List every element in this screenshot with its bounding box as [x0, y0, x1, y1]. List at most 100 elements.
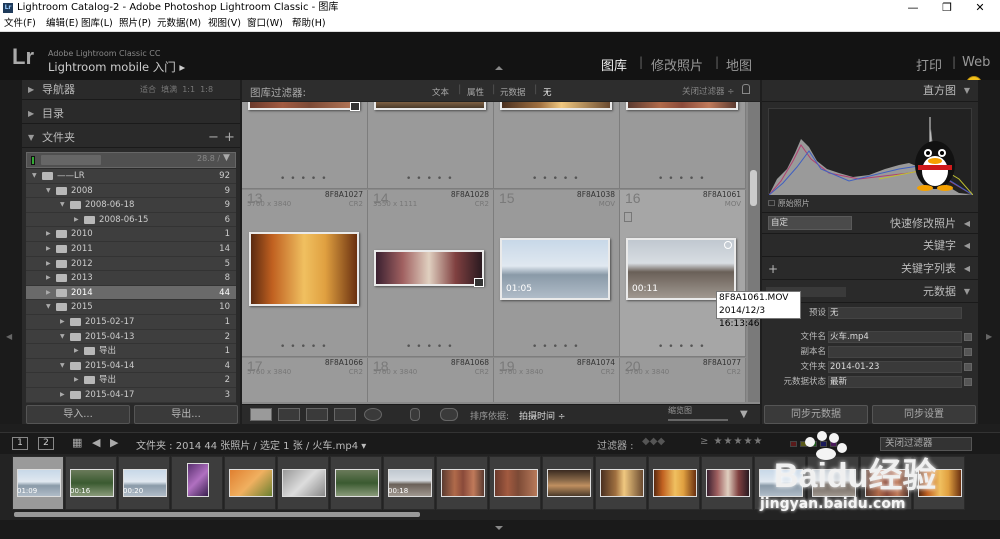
maximize-button[interactable]: ❐ — [932, 0, 962, 16]
rating-filter[interactable]: ≥ ★★★★★ — [700, 436, 763, 447]
grid-cell[interactable]: ••••• — [620, 102, 746, 189]
folder-row[interactable]: ▶ 2011 14 — [26, 242, 236, 257]
collapse-arrow-icon[interactable]: ▼ — [60, 330, 65, 344]
collapse-top-panel-icon[interactable] — [495, 66, 503, 70]
right-edge-collapse[interactable]: ▶ — [978, 80, 1000, 424]
expand-arrow-icon[interactable]: ▶ — [46, 257, 51, 271]
collapse-arrow-icon[interactable]: ▼ — [60, 359, 65, 373]
folder-row[interactable]: ▶ 导出 1 — [26, 344, 236, 359]
quick-collection-icon[interactable] — [724, 241, 732, 249]
folder-row[interactable]: ▶ 2014 44 — [26, 285, 236, 301]
metadata-preset-dropdown[interactable] — [828, 307, 962, 319]
metadata-value[interactable]: 最新 — [830, 375, 847, 389]
folder-row[interactable]: ▼ 2015-04-13 2 — [26, 329, 236, 345]
expand-arrow-icon[interactable]: ▶ — [74, 344, 79, 358]
folder-row[interactable]: ▶ 2015-04-17 3 — [26, 388, 236, 403]
mobile-get-started-link[interactable]: Lightroom mobile 入门 ▸ — [48, 59, 185, 75]
zoom-1-1[interactable]: 1:1 — [182, 85, 195, 94]
zoom-fit[interactable]: 适合 — [140, 85, 156, 94]
filmstrip-thumbnail[interactable] — [335, 469, 379, 497]
folder-row[interactable]: ▶ 2015-02-17 1 — [26, 315, 236, 330]
module-print[interactable]: 打印 — [916, 55, 942, 74]
metadata-action-icon[interactable] — [964, 333, 972, 341]
filmstrip-cell[interactable] — [436, 456, 488, 510]
filmstrip-thumbnail[interactable] — [441, 469, 485, 497]
painter-icon[interactable] — [410, 408, 420, 421]
flag-filter-icon[interactable]: ◆◆◆ — [642, 436, 665, 447]
folders-header[interactable]: ▼ 文件夹 − + — [22, 128, 240, 148]
folder-row[interactable]: ▼ 2008-06-18 9 — [26, 198, 236, 213]
rating-dots[interactable]: ••••• — [658, 342, 710, 352]
folder-row[interactable]: ▼ ——LR 92 — [26, 169, 236, 184]
collapse-arrow-icon[interactable]: ▼ — [46, 184, 51, 198]
filmstrip-cell[interactable] — [489, 456, 541, 510]
original-photo-toggle[interactable]: ☐ 原始照片 — [768, 198, 810, 209]
folder-row[interactable]: ▼ 2015 10 — [26, 300, 236, 315]
menu-file[interactable]: 文件(F) — [4, 16, 36, 32]
remove-folder-button[interactable]: − — [208, 128, 219, 148]
collapse-right-panel-icon[interactable]: ▶ — [986, 332, 992, 341]
grid-scrollbar[interactable] — [748, 102, 760, 402]
metadata-value[interactable]: 2014-01-23 — [830, 360, 879, 374]
folder-row[interactable]: ▼ 2015-04-14 4 — [26, 358, 236, 374]
primary-window-button[interactable]: 1 — [12, 437, 28, 450]
grid-cell[interactable]: 198F8A10745760 x 3840CR2••••• — [494, 358, 620, 402]
filmstrip-cell[interactable] — [330, 456, 382, 510]
saved-preset-dropdown[interactable]: 自定 — [768, 216, 852, 230]
expand-arrow-icon[interactable]: ▶ — [74, 213, 79, 227]
close-button[interactable]: ✕ — [965, 0, 995, 16]
module-develop[interactable]: 修改照片 — [651, 55, 703, 74]
grid-view-button[interactable] — [250, 408, 272, 421]
expand-arrow-icon[interactable]: ▶ — [60, 388, 65, 402]
photo-thumbnail[interactable] — [249, 232, 359, 306]
filter-attribute[interactable]: 属性 — [467, 86, 484, 98]
expand-arrow-icon[interactable]: ▶ — [46, 242, 51, 256]
metadata-field-box[interactable] — [828, 376, 962, 388]
menu-help[interactable]: 帮助(H) — [292, 16, 326, 32]
source-path-breadcrumb[interactable]: 文件夹 : 2014 44 张照片 / 选定 1 张 / 火车.mp4 ▾ — [136, 437, 366, 452]
edited-badge-icon[interactable] — [474, 278, 484, 287]
filmstrip-cell[interactable] — [542, 456, 594, 510]
photo-thumbnail[interactable] — [374, 250, 484, 286]
menu-edit[interactable]: 编辑(E) — [46, 16, 78, 32]
grid-cell[interactable]: ••••• — [494, 102, 620, 189]
filmstrip-thumbnail[interactable] — [494, 469, 538, 497]
collapse-bottom-panel-icon[interactable] — [495, 526, 503, 530]
catalog-header[interactable]: ▶ 目录 — [22, 104, 240, 124]
collapse-arrow-icon[interactable]: ▼ — [32, 169, 37, 183]
expand-arrow-icon[interactable]: ▶ — [60, 315, 65, 329]
menu-library[interactable]: 图库(L) — [81, 16, 113, 32]
back-arrow-icon[interactable]: ◀ — [92, 436, 100, 449]
rating-dots[interactable]: ••••• — [280, 174, 332, 184]
add-folder-button[interactable]: + — [224, 128, 235, 148]
export-button[interactable]: 导出... — [134, 405, 238, 424]
expand-arrow-icon[interactable]: ▶ — [74, 373, 79, 387]
filmstrip-cell[interactable] — [171, 456, 223, 510]
expand-arrow-icon[interactable]: ▶ — [46, 227, 51, 241]
grid-cell[interactable]: 178F8A10665760 x 3840CR2••••• — [242, 358, 368, 402]
folder-row[interactable]: ▼ 2008 9 — [26, 183, 236, 199]
filmstrip-cell[interactable]: 01:09 — [12, 456, 64, 510]
compare-view-button[interactable] — [306, 408, 328, 421]
edited-badge-icon[interactable] — [350, 102, 360, 111]
filmstrip-cell[interactable] — [224, 456, 276, 510]
grid-cell[interactable]: 188F8A10685760 x 3840CR2••••• — [368, 358, 494, 402]
grid-cell[interactable]: 208F8A10775760 x 3840CR2••••• — [620, 358, 746, 402]
filmstrip-cell[interactable]: 00:18 — [383, 456, 435, 510]
expand-arrow-icon[interactable]: ▶ — [46, 271, 51, 285]
folder-row[interactable]: ▶ 2008-06-15 6 — [26, 212, 236, 228]
photo-thumbnail[interactable] — [500, 102, 612, 110]
filmstrip-thumbnail[interactable] — [229, 469, 273, 497]
keywording-header[interactable]: 关键字 ◀ — [762, 235, 978, 257]
photo-thumbnail[interactable] — [248, 102, 360, 110]
filter-none[interactable]: 无 — [543, 86, 552, 98]
rating-dots[interactable]: ••••• — [658, 174, 710, 184]
checkbox-icon[interactable]: ☐ — [768, 199, 775, 208]
menu-metadata[interactable]: 元数据(M) — [157, 16, 201, 32]
menu-view[interactable]: 视图(V) — [208, 16, 241, 32]
zoom-fill[interactable]: 填满 — [161, 85, 177, 94]
keyword-list-header[interactable]: + 关键字列表 ◀ — [762, 258, 978, 280]
rating-dots[interactable]: ••••• — [280, 342, 332, 352]
filmstrip-thumbnail[interactable] — [706, 469, 750, 497]
filmstrip-scrollbar[interactable] — [14, 512, 420, 517]
